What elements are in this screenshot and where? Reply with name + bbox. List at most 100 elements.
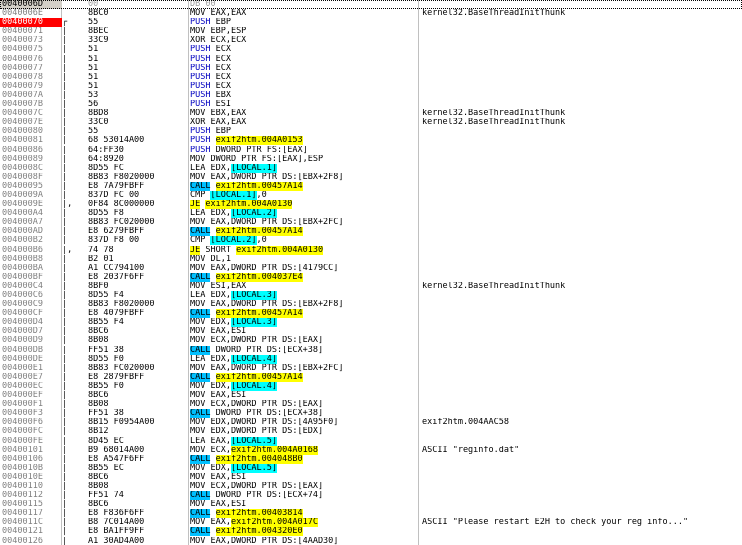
disassembly-row[interactable]: 0040007E │ 33C0 XOR EAX,EAX kernel32.BaseThr…: [0, 118, 742, 127]
disassembly-row[interactable]: 0040006D 00 DB 00: [0, 0, 742, 10]
disassembly-row[interactable]: 00400101 │ B9 68014A00 MOV ECX,exif2htm.004…: [0, 445, 742, 455]
disassembly-row[interactable]: 00400078 │ 51 PUSH ECX: [0, 73, 742, 82]
comment: [422, 255, 742, 264]
disassembly-row[interactable]: 004000E1 │ 8B83 FC020000 MOV EAX,DWORD PTR …: [0, 364, 742, 373]
address: 0040007B: [2, 100, 43, 110]
disassembly-row[interactable]: 004000BA │ A1 CC794100 MOV EAX,DWORD PTR DS…: [0, 264, 742, 273]
hex-bytes: 33C9: [88, 36, 109, 46]
comment: [422, 227, 742, 236]
disassembly-row[interactable]: 00400075 │ 51 PUSH ECX: [0, 45, 742, 54]
hex-bytes: 64:8920: [88, 154, 124, 164]
comment: exif2htm.004AAC58: [422, 418, 509, 428]
disassembly-row[interactable]: 0040010B │ 8B55 EC MOV EDX,[LOCAL.5]: [0, 463, 742, 473]
address: 0040009A: [2, 190, 43, 200]
disassembly-row[interactable]: 004000EC │ 8B55 F0 MOV EDX,[LOCAL.4]: [0, 381, 742, 391]
disassembly-row[interactable]: 0040011C │ B8 7C014A00 MOV EAX,exif2htm.004…: [0, 518, 742, 528]
hex-bytes: 8B55 EC: [88, 463, 124, 473]
disassembly-row[interactable]: 004000B6 │,v 74 78 JE SHORT exif2htm.004A01…: [0, 245, 742, 255]
disassembly-row[interactable]: 004000DB │ FF51 38 CALL DWORD PTR DS:[ECX+3…: [0, 345, 742, 355]
comment: [422, 91, 742, 100]
instruction: CMP [LOCAL.2],0: [190, 236, 267, 246]
address: 00400086: [2, 145, 43, 155]
comment: kernel32.BaseThreadInitThunk: [422, 9, 566, 19]
instruction: PUSH ECX: [190, 54, 231, 64]
disassembly-row[interactable]: 0040007A │ 53 PUSH EBX: [0, 91, 742, 100]
comment: [422, 191, 742, 200]
disassembly-row[interactable]: 004000D9 │ 8B08 MOV ECX,DWORD PTR DS:[EAX]: [0, 336, 742, 345]
disassembly-row[interactable]: 004000AD │ E8 6279FBFF CALL exif2htm.00457A…: [0, 227, 742, 237]
disassembly-row[interactable]: 004000D7 │ 8BC6 MOV EAX,ESI: [0, 327, 742, 336]
disassembly-row[interactable]: 0040007B │ 56 PUSH ESI: [0, 100, 742, 109]
disassembly-pane[interactable]: 0040006D 00 DB 00 0040006E 8BC0 MOV EAX,EAX ke…: [0, 0, 742, 545]
disassembly-row[interactable]: 004000F3 │ FF51 38 CALL DWORD PTR DS:[ECX+3…: [0, 409, 742, 419]
disassembly-row[interactable]: 00400115 │ 8BC6 MOV EAX,ESI: [0, 500, 742, 509]
disassembly-row[interactable]: 004000A4 │ 8D55 F8 LEA EDX,[LOCAL.2]: [0, 209, 742, 219]
jump-gutter: │: [62, 63, 68, 73]
instruction: MOV EAX,DWORD PTR DS:[4AAD30]: [190, 536, 339, 545]
instruction: PUSH ECX: [190, 45, 231, 55]
disassembly-row[interactable]: 00400073 │ 33C9 XOR ECX,ECX: [0, 36, 742, 45]
disassembly-row[interactable]: 004000DE │ 8D55 F0 LEA EDX,[LOCAL.4]: [0, 354, 742, 364]
disassembly-row[interactable]: 00400081 │ 68 53014A00 PUSH exif2htm.004A01…: [0, 136, 742, 146]
jump-gutter: │: [62, 463, 68, 473]
disassembly-row[interactable]: 004000FC │ 8B12 MOV EDX,DWORD PTR DS:[EDX]: [0, 427, 742, 436]
disassembly-row[interactable]: 004000BF │ E8 2037F6FF CALL exif2htm.004037…: [0, 272, 742, 282]
disassembly-row[interactable]: 00400086 │ 64:FF30 PUSH DWORD PTR FS:[EAX]: [0, 146, 742, 155]
disassembly-row[interactable]: 00400126 │ A1 30AD4A00 MOV EAX,DWORD PTR DS…: [0, 537, 742, 545]
comment: kernel32.BaseThreadInitThunk: [422, 118, 566, 128]
disassembly-row[interactable]: 00400112 │ FF51 74 CALL DWORD PTR DS:[ECX+7…: [0, 491, 742, 501]
disassembly-row[interactable]: 00400080 │ 55 PUSH EBP: [0, 127, 742, 136]
disassembly-row[interactable]: 0040008F │ 8B83 F8020000 MOV EAX,DWORD PTR …: [0, 173, 742, 182]
comment: [422, 482, 742, 491]
disassembly-row[interactable]: 00400071 │ 8BEC MOV EBP,ESP: [0, 27, 742, 36]
comment: [422, 164, 742, 173]
disassembly-row[interactable]: 00400121 │ E8 BA1FF9FF CALL exif2htm.004320…: [0, 527, 742, 537]
disassembly-row[interactable]: 004000B8 │ B2 01 MOV DL,1: [0, 255, 742, 264]
address: 00400126: [2, 536, 43, 545]
disassembly-row[interactable]: 00400110 │ 8B08 MOV ECX,DWORD PTR DS:[EAX]: [0, 482, 742, 491]
disassembly-row[interactable]: 00400077 │ 51 PUSH ECX: [0, 64, 742, 73]
hex-bytes: B9 68014A00: [88, 445, 145, 455]
address: 004000E1: [2, 363, 43, 373]
disassembly-row[interactable]: 004000FE │ 8D45 EC LEA EAX,[LOCAL.5]: [0, 436, 742, 446]
disassembly-row[interactable]: 00400070 ┌ 55 PUSH EBP: [0, 18, 742, 28]
comment: [422, 173, 742, 182]
disassembly-row[interactable]: 00400117 │ E8 F836F6FF CALL exif2htm.004038…: [0, 509, 742, 519]
address: 004000D9: [2, 336, 43, 346]
jump-gutter: │: [62, 190, 68, 200]
disassembly-row[interactable]: 004000C9 │ 8B83 F8020000 MOV EAX,DWORD PTR …: [0, 300, 742, 309]
disassembly-row[interactable]: 0040010E │ 8BC6 MOV EAX,ESI: [0, 473, 742, 482]
comment: [422, 300, 742, 309]
disassembly-row[interactable]: 00400095 │ E8 7A79FBFF CALL exif2htm.00457A…: [0, 181, 742, 191]
disassembly-row[interactable]: 0040008C │ 8D55 FC LEA EDX,[LOCAL.1]: [0, 163, 742, 173]
jump-gutter: │: [62, 345, 68, 355]
disassembly-row[interactable]: 004000C4 │ 8BF0 MOV ESI,EAX kernel32.BaseThr…: [0, 282, 742, 291]
disassembly-row[interactable]: 00400106 │ E8 A547F6FF CALL exif2htm.004048…: [0, 454, 742, 464]
disassembly-row[interactable]: 004000CF │ E8 4079FBFF CALL exif2htm.00457A…: [0, 309, 742, 319]
address: 004000F1: [2, 400, 43, 410]
disassembly-row[interactable]: 004000B2 │ 837D F8 00 CMP [LOCAL.2],0: [0, 236, 742, 246]
disassembly-row[interactable]: 0040009A │ 837D FC 00 CMP [LOCAL.1],0: [0, 190, 742, 200]
comment: [422, 82, 742, 91]
disassembly-row[interactable]: 0040006E 8BC0 MOV EAX,EAX kernel32.BaseThre…: [0, 9, 742, 18]
hex-bytes: 55: [88, 127, 99, 137]
instruction: LEA EDX,[LOCAL.3]: [190, 291, 278, 300]
disassembly-row[interactable]: 0040009E │,v 0F84 8C000000 JE exif2htm.004A…: [0, 200, 742, 210]
disassembly-row[interactable]: 00400079 │ 51 PUSH ECX: [0, 82, 742, 91]
disassembly-row[interactable]: 004000EF │ 8BC6 MOV EAX,ESI: [0, 391, 742, 400]
instruction: XOR ECX,ECX: [190, 36, 247, 46]
disassembly-row[interactable]: 004000D4 │ 8B55 F4 MOV EDX,[LOCAL.3]: [0, 318, 742, 328]
jump-gutter: │: [62, 500, 68, 510]
instruction: CALL exif2htm.00457A14: [190, 181, 303, 191]
disassembly-row[interactable]: 004000F1 │ 8B08 MOV ECX,DWORD PTR DS:[EAX]: [0, 400, 742, 409]
disassembly-row[interactable]: 0040007C │ 8BD8 MOV EBX,EAX kernel32.BaseThr…: [0, 109, 742, 118]
disassembly-row[interactable]: 00400089 │ 64:8920 MOV DWORD PTR FS:[EAX],E…: [0, 155, 742, 164]
disassembly-row[interactable]: 004000C6 │ 8D55 F4 LEA EDX,[LOCAL.3]: [0, 291, 742, 300]
address: 004000B8: [2, 254, 43, 264]
disassembly-row[interactable]: 004000E7 │ E8 2879FBFF CALL exif2htm.00457A…: [0, 372, 742, 382]
disassembly-row[interactable]: 004000A7 │ 8B83 FC020000 MOV EAX,DWORD PTR …: [0, 218, 742, 227]
jump-gutter: │: [62, 336, 68, 346]
address: 004000F6: [2, 418, 43, 428]
disassembly-row[interactable]: 00400076 │ 51 PUSH ECX: [0, 55, 742, 64]
disassembly-row[interactable]: 004000F6 │ 8B15 F0954A00 MOV EDX,DWORD PTR …: [0, 418, 742, 427]
